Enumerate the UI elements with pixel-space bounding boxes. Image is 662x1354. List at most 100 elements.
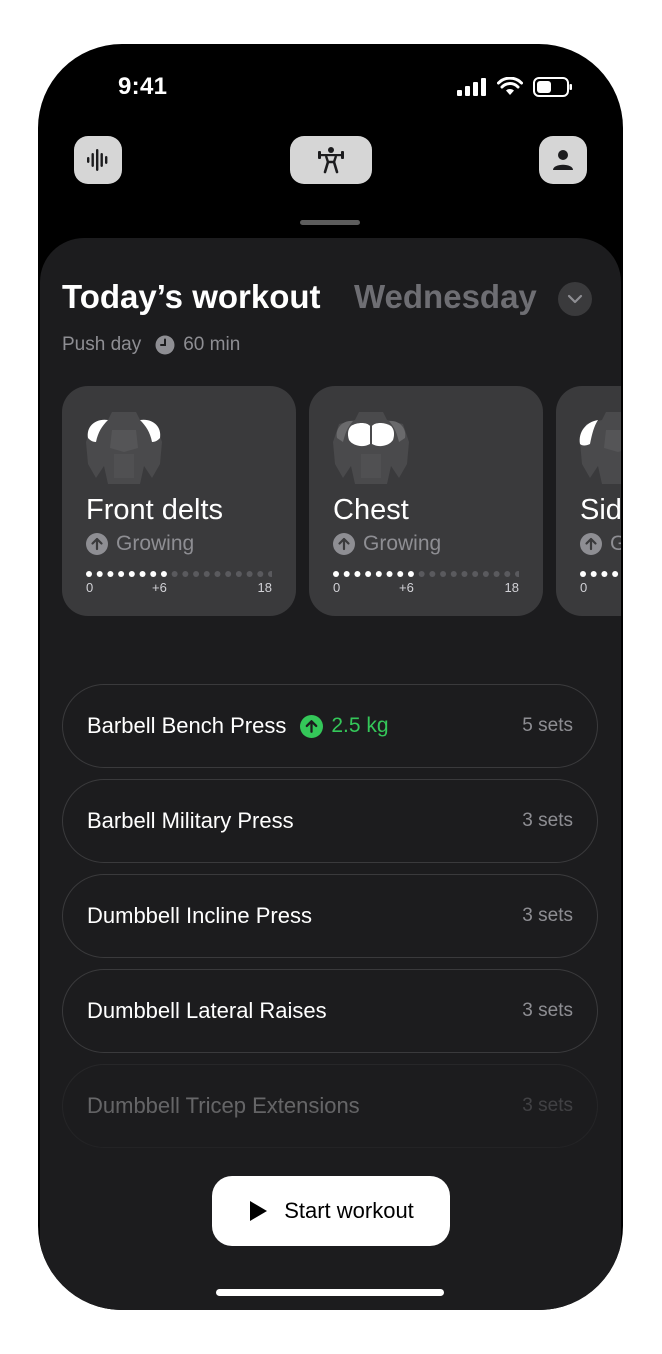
progress-dot-empty (429, 571, 436, 577)
battery-icon (533, 77, 572, 97)
workout-duration: 60 min (183, 334, 241, 355)
progress-dot-empty (246, 571, 253, 577)
progress-scale: 0 +6 18 (86, 580, 272, 596)
clock-icon (155, 335, 175, 355)
start-workout-label: Start workout (284, 1198, 414, 1223)
muscle-status-label: Growing (116, 532, 195, 555)
exercise-row-incline-press[interactable]: Dumbbell Incline Press 3 sets (62, 874, 598, 958)
muscle-status-label: Growing (363, 532, 442, 555)
progress-dot-filled (407, 571, 414, 577)
progress-dot-empty (214, 571, 221, 577)
muscle-name: Side delts (580, 494, 621, 526)
scale-min: 0 (86, 580, 94, 595)
profile-button[interactable] (539, 136, 587, 184)
progress-dot-empty (482, 571, 489, 577)
day-dropdown-button[interactable] (558, 282, 592, 316)
chevron-down-icon (567, 294, 583, 304)
progress-dot-empty (203, 571, 210, 577)
progress-dots (333, 571, 519, 577)
exercise-sets: 3 sets (522, 810, 573, 831)
progress-dot-empty (235, 571, 242, 577)
exercise-name: Dumbbell Incline Press (87, 903, 312, 928)
phone-frame: 9:41 Today’s workout Wednesday Push day … (38, 44, 623, 1310)
progress-dot-filled (160, 571, 167, 577)
exercise-name: Barbell Military Press (87, 808, 294, 833)
workout-tab-button[interactable] (290, 136, 372, 184)
progress-dot-empty (493, 571, 500, 577)
workout-meta: Push day 60 min (62, 334, 240, 356)
progress-scale: 0 +6 18 (580, 580, 621, 596)
start-workout-button[interactable]: Start workout (212, 1176, 450, 1246)
progress-dot-filled (590, 571, 597, 577)
workout-type: Push day (62, 334, 142, 355)
progress-dot-empty (171, 571, 178, 577)
progress-dot-filled (107, 571, 114, 577)
progress-dot-filled (580, 571, 586, 577)
progress-dot-filled (150, 571, 157, 577)
cellular-signal-icon (457, 78, 486, 96)
progress-dot-empty (225, 571, 232, 577)
progress-dot-empty (450, 571, 457, 577)
weight-gain-badge: 2.5 kg (300, 714, 389, 738)
arrow-up-circle-icon (580, 533, 602, 555)
progress-dot-empty (182, 571, 189, 577)
home-indicator (216, 1289, 444, 1296)
progress-dot-empty (193, 571, 200, 577)
exercise-row-lateral-raises[interactable]: Dumbbell Lateral Raises 3 sets (62, 969, 598, 1053)
muscle-name: Chest (333, 494, 409, 526)
scale-max: 18 (257, 580, 272, 595)
exercise-row-bench-press[interactable]: Barbell Bench Press 2.5 kg 5 sets (62, 684, 598, 768)
person-icon (553, 150, 573, 170)
progress-dot-filled (354, 571, 361, 577)
exercise-row-military-press[interactable]: Barbell Military Press 3 sets (62, 779, 598, 863)
muscle-name: Front delts (86, 494, 223, 526)
progress-dot-empty (268, 571, 272, 577)
muscle-cards: Front delts Growing 0 +6 18 Chest Growin… (62, 386, 621, 618)
sheet-grabber[interactable] (300, 220, 360, 225)
status-bar: 9:41 (38, 44, 623, 132)
arrow-up-circle-icon (300, 714, 324, 738)
muscle-status: Growing (580, 532, 621, 556)
heading-row: Today’s workout Wednesday (62, 278, 621, 322)
weight-gain-value: 2.5 kg (331, 714, 389, 737)
scale-mid: +6 (152, 580, 167, 595)
progress-dot-empty (418, 571, 425, 577)
progress-dot-empty (461, 571, 468, 577)
day-selector[interactable]: Wednesday (354, 278, 537, 316)
exercise-row-tricep-extensions[interactable]: Dumbbell Tricep Extensions 3 sets (62, 1064, 598, 1148)
wifi-icon (497, 77, 523, 95)
torso-front-delts-icon (86, 412, 162, 484)
progress-dot-filled (333, 571, 339, 577)
progress-dot-filled (365, 571, 372, 577)
arrow-up-circle-icon (86, 533, 108, 555)
top-bar (38, 136, 623, 186)
voice-button[interactable] (74, 136, 122, 184)
progress-dot-filled (601, 571, 608, 577)
page-title: Today’s workout (62, 278, 321, 315)
exercise-sets: 3 sets (522, 905, 573, 926)
status-icons (457, 77, 573, 97)
muscle-card-front-delts[interactable]: Front delts Growing 0 +6 18 (62, 386, 296, 616)
exercise-sets: 5 sets (522, 715, 573, 736)
progress-dot-empty (440, 571, 447, 577)
progress-dots (86, 571, 272, 577)
muscle-status: Growing (86, 532, 194, 556)
progress-dot-filled (96, 571, 103, 577)
scale-min: 0 (580, 580, 588, 595)
status-time: 9:41 (118, 73, 168, 100)
progress-dot-empty (472, 571, 479, 577)
progress-dot-filled (139, 571, 146, 577)
muscle-card-side-delts[interactable]: Side delts Growing 0 +6 18 (556, 386, 621, 616)
progress-dot-filled (386, 571, 393, 577)
exercise-sets: 3 sets (522, 1095, 573, 1116)
muscle-card-chest[interactable]: Chest Growing 0 +6 18 (309, 386, 543, 616)
progress-dot-filled (86, 571, 92, 577)
torso-chest-icon (333, 412, 409, 484)
progress-dot-filled (397, 571, 404, 577)
progress-scale: 0 +6 18 (333, 580, 519, 596)
weightlifter-icon (318, 147, 344, 174)
scale-max: 18 (504, 580, 519, 595)
progress-dot-empty (257, 571, 264, 577)
exercise-name: Dumbbell Lateral Raises (87, 998, 327, 1023)
workout-sheet: Today’s workout Wednesday Push day 60 mi… (40, 238, 621, 1310)
